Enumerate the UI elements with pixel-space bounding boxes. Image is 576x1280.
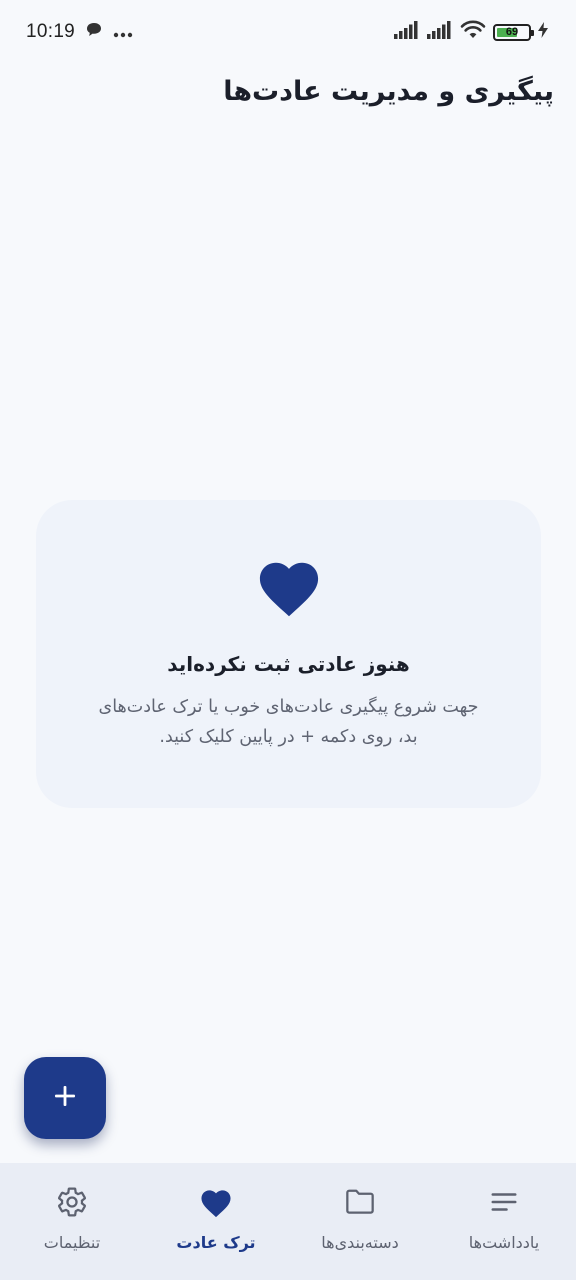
- bottom-navigation: تنظیمات ترک عادت دسته‌بندی‌ها: [0, 1163, 576, 1280]
- nav-label-categories: دسته‌بندی‌ها: [321, 1233, 399, 1252]
- more-dots-icon: [113, 23, 133, 42]
- plus-icon: [53, 1084, 77, 1112]
- status-time: 10:19: [26, 21, 76, 42]
- page-title: پیگیری و مدیریت عادت‌ها: [223, 76, 554, 107]
- nav-item-notes[interactable]: یادداشت‌ها: [432, 1163, 576, 1280]
- nav-item-settings[interactable]: تنظیمات: [0, 1163, 144, 1280]
- heart-icon: [254, 554, 324, 622]
- nav-label-quit-habit: ترک عادت: [176, 1233, 256, 1252]
- nav-label-notes: یادداشت‌ها: [468, 1233, 540, 1252]
- battery-level: 69: [505, 26, 519, 38]
- empty-state-description: جهت شروع پیگیری عادت‌های خوب یا ترک عادت…: [98, 697, 479, 747]
- status-bar: 10:19 69: [0, 0, 576, 64]
- signal-icon: [427, 21, 453, 43]
- heart-icon: [198, 1185, 234, 1219]
- app-screen: 10:19: [0, 0, 576, 1280]
- nav-item-quit-habit[interactable]: ترک عادت: [144, 1163, 288, 1280]
- chat-bubble-icon: [85, 21, 103, 43]
- add-habit-button[interactable]: [24, 1057, 106, 1139]
- charging-bolt-icon: [538, 22, 548, 42]
- status-right: 69: [394, 20, 548, 44]
- signal-icon: [394, 21, 420, 43]
- empty-state-card: هنوز عادتی ثبت نکرده‌اید جهت شروع پیگیری…: [36, 500, 541, 808]
- wifi-icon: [460, 20, 486, 44]
- nav-label-settings: تنظیمات: [43, 1233, 101, 1252]
- empty-state-title: هنوز عادتی ثبت نکرده‌اید: [167, 652, 410, 676]
- battery-tip: [531, 29, 534, 36]
- folder-icon: [344, 1185, 376, 1219]
- notes-icon: [489, 1185, 519, 1219]
- battery-icon: 69: [493, 23, 534, 41]
- status-left: 10:19: [26, 21, 133, 43]
- nav-item-categories[interactable]: دسته‌بندی‌ها: [288, 1163, 432, 1280]
- gear-icon: [56, 1185, 88, 1219]
